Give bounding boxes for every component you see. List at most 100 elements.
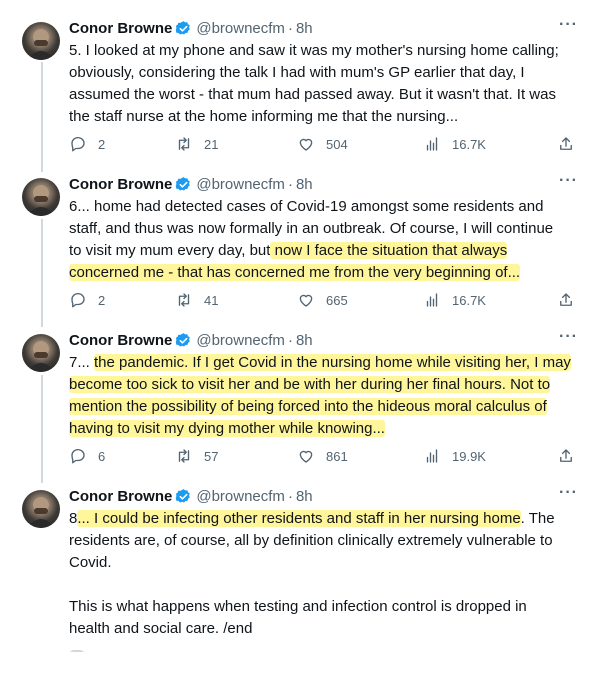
views-count: 19.9K (452, 448, 486, 464)
author-name[interactable]: Conor Browne (69, 488, 172, 505)
share-button[interactable] (557, 447, 575, 465)
thread-connector (41, 62, 43, 172)
like-button[interactable]: 504 (297, 135, 348, 153)
separator-dot: · (287, 19, 293, 37)
retweet-button[interactable]: 21 (175, 135, 218, 153)
author-name[interactable]: Conor Browne (69, 176, 172, 193)
highlighted-text: having to visit my dying mother while kn… (69, 420, 385, 437)
reply-count: 2 (98, 136, 106, 152)
thread-connector (41, 219, 43, 327)
separator-dot: · (287, 331, 293, 349)
share-button[interactable] (557, 291, 575, 309)
tweet-text-line: 6... home had detected cases of Covid-19… (69, 198, 544, 215)
tweet-text-line: the staff nurse at the home informing me… (69, 108, 459, 125)
author-handle[interactable]: @brownecfm (196, 176, 285, 193)
timestamp[interactable]: 8h (296, 176, 313, 193)
avatar[interactable] (22, 334, 60, 372)
more-options-icon[interactable]: ··· (559, 16, 578, 34)
avatar[interactable] (22, 490, 60, 528)
views-bar-chart-icon (426, 293, 438, 307)
tweet-text: 7... the pandemic. If I get Covid in the… (69, 352, 581, 440)
reply-icon (71, 136, 85, 152)
timestamp[interactable]: 8h (296, 488, 313, 505)
tweet-header: Conor Browne @brownecfm · 8h (69, 18, 313, 38)
views-button[interactable]: 19.9K (423, 447, 486, 465)
retweet-icon (178, 137, 190, 151)
more-options-icon[interactable]: ··· (559, 172, 578, 190)
author-handle[interactable]: @brownecfm (196, 488, 285, 505)
share-icon (560, 137, 572, 150)
like-button[interactable]: 861 (297, 447, 348, 465)
views-bar-chart-icon (426, 449, 438, 463)
like-count: 665 (326, 292, 348, 308)
tweet-text: 6... home had detected cases of Covid-19… (69, 196, 581, 284)
reply-icon (71, 292, 85, 308)
tweet-header: Conor Browne @brownecfm · 8h (69, 486, 313, 506)
tweet-text-segment: to visit my mum every day, but (69, 242, 271, 259)
highlighted-text: the pandemic. If I get Covid in the nurs… (94, 354, 571, 371)
author-handle[interactable]: @brownecfm (196, 332, 285, 349)
views-button[interactable]: 16.7K (423, 135, 486, 153)
retweet-count: 21 (204, 136, 219, 152)
tweet-actions: 2 41 665 16.7K (69, 291, 581, 311)
tweet-text-line: health and social care. /end (69, 620, 253, 637)
more-options-icon[interactable]: ··· (559, 328, 578, 346)
heart-icon (299, 138, 313, 151)
author-name[interactable]: Conor Browne (69, 332, 172, 349)
verified-badge-icon (176, 488, 191, 502)
avatar[interactable] (22, 178, 60, 216)
retweet-icon (178, 293, 190, 307)
reply-icon (71, 448, 85, 464)
heart-icon (299, 450, 313, 463)
share-icon (560, 293, 572, 306)
highlighted-text: now I face the situation that always (270, 242, 508, 259)
tweet-text-line: Covid. (69, 554, 112, 571)
reply-count: 6 (98, 448, 106, 464)
views-bar-chart-icon (426, 137, 438, 151)
tweet-actions: 2 21 504 16.7K (69, 135, 581, 155)
views-count: 16.7K (452, 136, 486, 152)
verified-badge-icon (176, 176, 191, 190)
author-name[interactable]: Conor Browne (69, 20, 172, 37)
cropped-icon (69, 650, 85, 652)
heart-icon (299, 294, 313, 307)
reply-button[interactable]: 2 (69, 291, 105, 309)
tweet-text-line: 5. I looked at my phone and saw it was m… (69, 42, 559, 59)
retweet-count: 41 (204, 292, 219, 308)
retweet-button[interactable]: 57 (175, 447, 218, 465)
highlighted-text: become too sick to visit her and be with… (69, 376, 551, 393)
tweet-header: Conor Browne @brownecfm · 8h (69, 330, 313, 350)
tweet-text-line: This is what happens when testing and in… (69, 598, 527, 615)
tweet-text-segment: . The (520, 510, 555, 527)
like-button[interactable]: 665 (297, 291, 348, 309)
tweet-text-line: obviously, considering the talk I had wi… (69, 64, 525, 81)
share-button[interactable] (557, 135, 575, 153)
tweet-text-line: residents are, of course, all by definit… (69, 532, 553, 549)
thread-connector (41, 375, 43, 483)
views-button[interactable]: 16.7K (423, 291, 486, 309)
like-count: 861 (326, 448, 348, 464)
separator-dot: · (287, 175, 293, 193)
tweet-header: Conor Browne @brownecfm · 8h (69, 174, 313, 194)
verified-badge-icon (176, 20, 191, 34)
highlighted-text: concerned me - that has concerned me fro… (69, 264, 521, 281)
tweet-text-line: staff, and thus was now formally in an o… (69, 220, 554, 237)
cropped-action-bar (69, 642, 269, 652)
tweet-text: 5. I looked at my phone and saw it was m… (69, 40, 581, 128)
avatar[interactable] (22, 22, 60, 60)
reply-button[interactable]: 2 (69, 135, 105, 153)
timestamp[interactable]: 8h (296, 332, 313, 349)
reply-button[interactable]: 6 (69, 447, 105, 465)
retweet-count: 57 (204, 448, 219, 464)
tweet-actions: 6 57 861 19.9K (69, 447, 581, 467)
like-count: 504 (326, 136, 348, 152)
share-icon (560, 449, 572, 462)
highlighted-text: ... I could be infecting other residents… (77, 510, 521, 527)
timestamp[interactable]: 8h (296, 20, 313, 37)
tweet-thread: Conor Browne @brownecfm · 8h ··· 5. I lo… (0, 0, 600, 688)
retweet-button[interactable]: 41 (175, 291, 218, 309)
highlighted-text: mention the possibility of being forced … (69, 398, 547, 415)
tweet-text-line: assumed the worst - that mum had passed … (69, 86, 556, 103)
author-handle[interactable]: @brownecfm (196, 20, 285, 37)
more-options-icon[interactable]: ··· (559, 484, 578, 502)
